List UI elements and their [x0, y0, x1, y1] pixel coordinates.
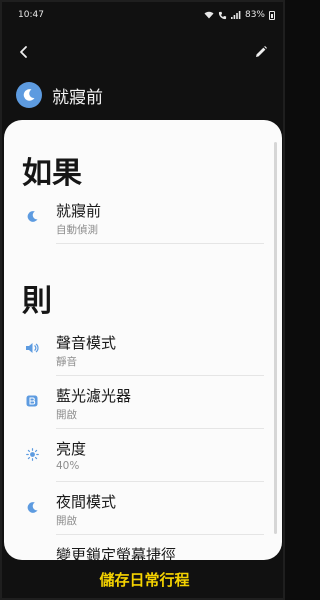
status-time: 10:47 — [18, 10, 44, 20]
action-subtitle: 靜音 — [56, 356, 77, 368]
action-item-sound-mode[interactable]: 聲音模式 靜音 — [4, 324, 274, 376]
brightness-icon — [24, 446, 40, 462]
pencil-icon — [256, 46, 267, 57]
moon-icon — [24, 208, 40, 224]
scrollbar[interactable] — [274, 142, 277, 534]
divider — [56, 428, 264, 429]
action-title: 夜間模式 — [56, 493, 117, 511]
speaker-icon — [24, 340, 40, 356]
wifi-icon — [204, 11, 214, 19]
app-bar — [2, 36, 287, 68]
action-title: 聲音模式 — [56, 334, 117, 352]
action-subtitle: 40% — [56, 460, 80, 472]
action-title: 亮度 — [56, 440, 87, 458]
action-item-night-mode[interactable]: 夜間模式 開啟 — [4, 483, 274, 535]
signal-icon — [230, 11, 241, 19]
action-item-brightness[interactable]: 亮度 40% — [4, 430, 274, 482]
blue-light-icon — [24, 393, 40, 409]
battery-icon — [269, 10, 275, 20]
action-item-blue-light-filter[interactable]: 藍光濾光器 開啟 — [4, 377, 274, 429]
routine-header: 就寢前 — [16, 80, 103, 110]
status-bar: 10:47 83% — [2, 2, 287, 28]
action-title: 藍光濾光器 — [56, 387, 132, 405]
save-routine-button[interactable]: 儲存日常行程 — [2, 564, 287, 594]
action-item-lock-screen-shortcut[interactable]: 變更鎖定螢幕捷徑 — [4, 536, 274, 560]
back-arrow-icon — [20, 46, 27, 58]
action-subtitle: 開啟 — [56, 515, 77, 527]
routine-moon-icon — [16, 82, 42, 108]
call-icon — [218, 11, 227, 19]
routine-detail-card: 如果 就寢前 自動偵測 則 聲音模式 靜音 藍光濾光器 開啟 亮度 40% 夜間… — [4, 120, 282, 560]
condition-item-bedtime[interactable]: 就寢前 自動偵測 — [4, 192, 274, 244]
edit-button[interactable] — [249, 40, 273, 64]
status-icons: 83% — [204, 10, 275, 20]
condition-title: 就寢前 — [56, 202, 102, 220]
battery-percent: 83% — [244, 10, 265, 20]
save-routine-label: 儲存日常行程 — [99, 570, 190, 589]
action-subtitle: 開啟 — [56, 409, 77, 421]
condition-subtitle: 自動偵測 — [56, 224, 98, 236]
divider — [56, 243, 264, 244]
back-button[interactable] — [12, 40, 36, 64]
moon-icon — [24, 499, 40, 515]
divider — [56, 481, 264, 482]
divider — [56, 534, 264, 535]
routine-title: 就寢前 — [52, 87, 103, 108]
phone-frame: 10:47 83% 就寢前 如果 就寢前 自動偵測 則 聲音模式 靜音 藍光濾光… — [0, 0, 285, 600]
divider — [56, 375, 264, 376]
action-title: 變更鎖定螢幕捷徑 — [56, 546, 177, 560]
if-section-heading: 如果 — [22, 156, 82, 191]
then-section-heading: 則 — [22, 284, 52, 319]
